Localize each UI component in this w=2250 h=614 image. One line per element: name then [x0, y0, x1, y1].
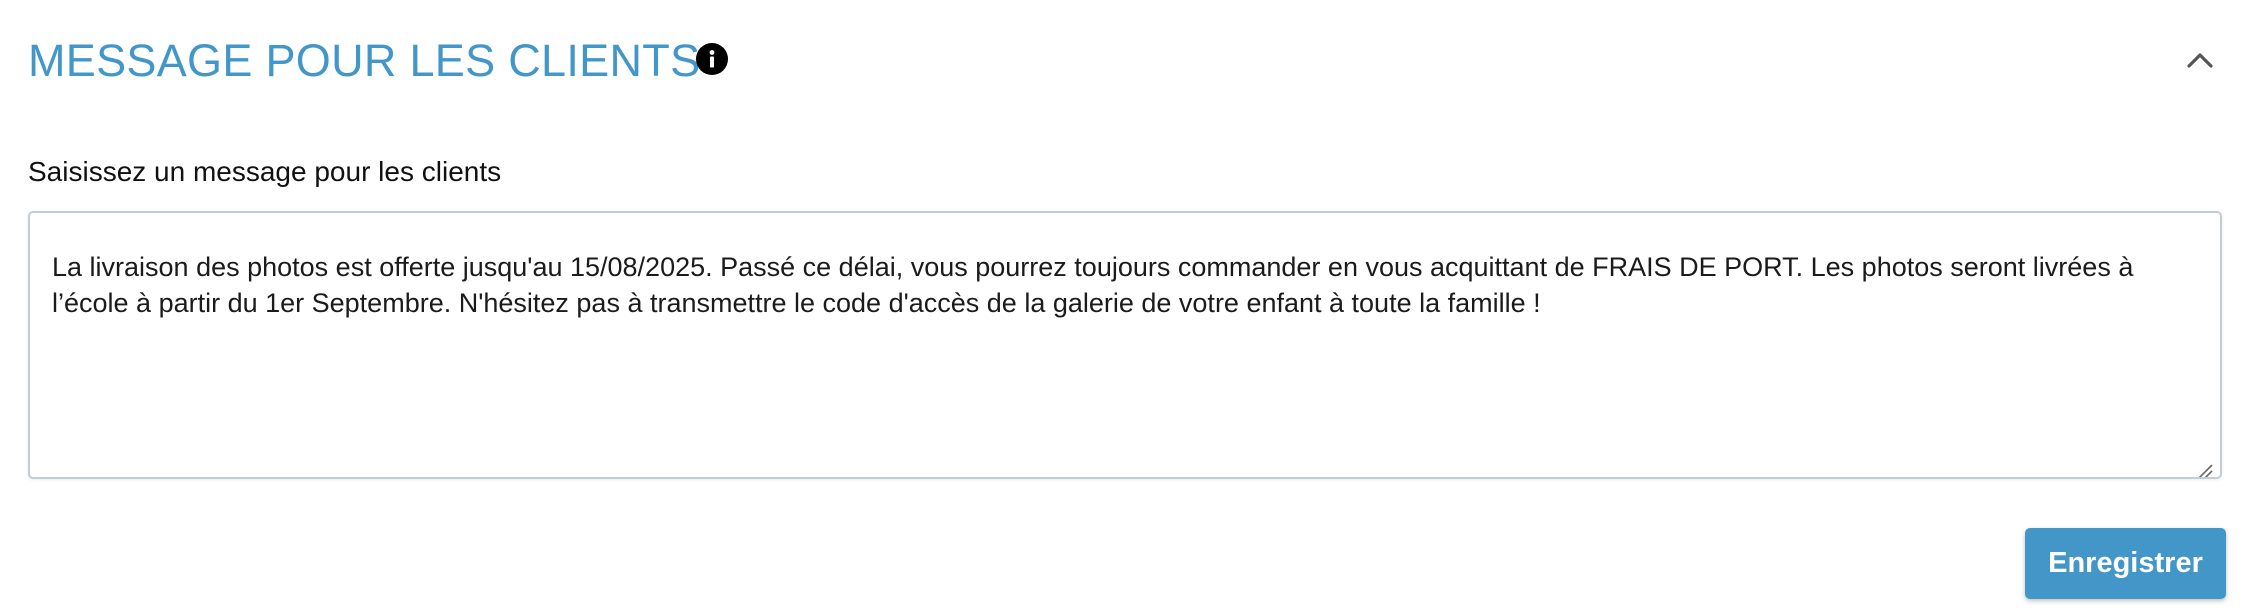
section-title: MESSAGE POUR LES CLIENTS — [28, 35, 701, 86]
save-button[interactable]: Enregistrer — [2025, 528, 2226, 599]
section-header: MESSAGE POUR LES CLIENTS — [28, 26, 700, 96]
message-text[interactable]: La livraison des photos est offerte jusq… — [52, 252, 2133, 318]
message-textarea[interactable]: La livraison des photos est offerte jusq… — [28, 211, 2222, 479]
resize-handle-icon[interactable] — [2196, 453, 2214, 477]
message-field-label: Saisissez un message pour les clients — [28, 156, 502, 187]
customer-message-panel: MESSAGE POUR LES CLIENTS Saisissez un me… — [0, 0, 2250, 614]
chevron-up-icon[interactable] — [2182, 42, 2218, 78]
info-icon[interactable] — [696, 43, 728, 75]
